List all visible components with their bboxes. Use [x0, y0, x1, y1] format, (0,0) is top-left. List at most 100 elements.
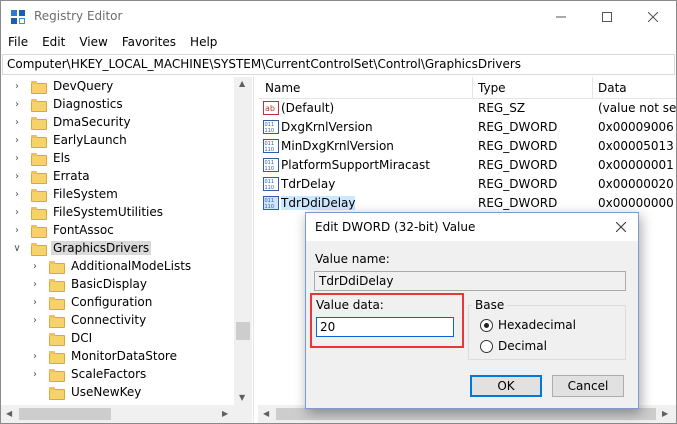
- svg-text:110: 110: [265, 128, 275, 134]
- tree-item-label: Errata: [53, 169, 90, 183]
- menu-view[interactable]: View: [72, 33, 114, 53]
- tree-item[interactable]: › FileSystem: [11, 185, 120, 203]
- value-data: 0x00000001 (1): [598, 158, 676, 172]
- tree-item[interactable]: › Connectivity: [29, 311, 148, 329]
- value-data-input[interactable]: [316, 317, 454, 337]
- list-row[interactable]: ab (Default) REG_SZ (value not set): [258, 99, 676, 118]
- tree-item[interactable]: › Configuration: [29, 293, 154, 311]
- chevron-right-icon[interactable]: ›: [29, 261, 41, 272]
- chevron-right-icon[interactable]: ›: [11, 99, 23, 110]
- tree-item[interactable]: › FontAssoc: [11, 221, 116, 239]
- column-header-data[interactable]: Data: [598, 81, 627, 95]
- scroll-left-icon[interactable]: ◀: [263, 409, 269, 418]
- value-data: 0x00000000 (0): [598, 196, 676, 210]
- value-name-field: TdrDdiDelay: [314, 271, 626, 291]
- tree-item[interactable]: › DmaSecurity: [11, 113, 133, 131]
- scroll-thumb[interactable]: [236, 322, 250, 340]
- hexadecimal-radio[interactable]: [480, 319, 493, 332]
- chevron-right-icon[interactable]: ›: [11, 153, 23, 164]
- scroll-up-icon[interactable]: ▲: [239, 79, 245, 88]
- chevron-right-icon[interactable]: ›: [29, 297, 41, 308]
- tree-item[interactable]: › AdditionalModeLists: [29, 257, 193, 275]
- chevron-right-icon[interactable]: ›: [11, 171, 23, 182]
- folder-icon: [49, 314, 65, 328]
- list-row[interactable]: 011 110 PlatformSupportMiracast REG_DWOR…: [258, 156, 676, 175]
- address-bar[interactable]: Computer\HKEY_LOCAL_MACHINE\SYSTEM\Curre…: [2, 54, 675, 75]
- tree-item[interactable]: › Els: [11, 149, 72, 167]
- menu-bar: File Edit View Favorites Help: [1, 33, 676, 53]
- ok-button[interactable]: OK: [470, 375, 542, 397]
- tree-item[interactable]: UseNewKey: [29, 383, 143, 401]
- dword-value-icon: 011 110: [263, 158, 279, 172]
- menu-favorites[interactable]: Favorites: [115, 33, 183, 53]
- list-row-selected[interactable]: 011 110 TdrDdiDelay REG_DWORD 0x00000000…: [258, 194, 676, 213]
- scroll-right-icon[interactable]: ▶: [662, 409, 668, 418]
- value-type: REG_SZ: [478, 101, 526, 115]
- folder-icon: [49, 260, 65, 274]
- chevron-right-icon[interactable]: ›: [11, 117, 23, 128]
- tree-item[interactable]: › DevQuery: [11, 77, 115, 95]
- tree-item[interactable]: › Diagnostics: [11, 95, 125, 113]
- decimal-radio[interactable]: [480, 340, 493, 353]
- minimize-button[interactable]: [538, 1, 584, 32]
- folder-icon: [49, 386, 65, 400]
- tree-item-label: GraphicsDrivers: [51, 241, 152, 255]
- list-row[interactable]: 011 110 MinDxgKrnlVersion REG_DWORD 0x00…: [258, 137, 676, 156]
- chevron-right-icon[interactable]: ›: [11, 207, 23, 218]
- list-row[interactable]: 011 110 TdrDelay REG_DWORD 0x00000020 (3…: [258, 175, 676, 194]
- chevron-right-icon[interactable]: ›: [29, 369, 41, 380]
- tree-horizontal-scrollbar[interactable]: ◀ ▶: [1, 405, 252, 423]
- column-header-name[interactable]: Name: [265, 81, 300, 95]
- dialog-close-button[interactable]: [604, 213, 638, 241]
- tree-item-selected[interactable]: ∨ GraphicsDrivers: [11, 239, 152, 257]
- tree-item[interactable]: › Errata: [11, 167, 92, 185]
- edit-dword-dialog: Edit DWORD (32-bit) Value Value name: Td…: [305, 212, 639, 409]
- list-row[interactable]: 011 110 DxgKrnlVersion REG_DWORD 0x00009…: [258, 118, 676, 137]
- scroll-left-icon[interactable]: ◀: [6, 409, 12, 418]
- tree-item[interactable]: › FileSystemUtilities: [11, 203, 165, 221]
- menu-edit[interactable]: Edit: [35, 33, 72, 53]
- pane-splitter[interactable]: [253, 77, 257, 423]
- menu-file[interactable]: File: [1, 33, 35, 53]
- title-bar: Registry Editor: [1, 1, 676, 33]
- folder-icon: [31, 224, 47, 238]
- value-type: REG_DWORD: [478, 158, 558, 172]
- chevron-right-icon[interactable]: ›: [11, 225, 23, 236]
- key-tree: › DevQuery › Diagnostics › DmaSecurity ›…: [1, 77, 252, 423]
- tree-item[interactable]: › ScaleFactors: [29, 365, 148, 383]
- scroll-thumb[interactable]: [19, 408, 111, 420]
- dialog-title: Edit DWORD (32-bit) Value: [315, 220, 476, 234]
- maximize-button[interactable]: [584, 1, 630, 32]
- tree-item[interactable]: › MonitorDataStore: [29, 347, 179, 365]
- folder-icon: [49, 350, 65, 364]
- decimal-label[interactable]: Decimal: [498, 339, 547, 353]
- scroll-thumb[interactable]: [276, 408, 656, 420]
- close-button[interactable]: [630, 1, 676, 32]
- chevron-right-icon[interactable]: ›: [29, 351, 41, 362]
- folder-icon: [49, 278, 65, 292]
- chevron-down-icon[interactable]: ∨: [11, 243, 23, 254]
- scroll-right-icon[interactable]: ▶: [222, 409, 228, 418]
- tree-item[interactable]: › EarlyLaunch: [11, 131, 129, 149]
- folder-icon: [31, 152, 47, 166]
- chevron-right-icon[interactable]: ›: [11, 189, 23, 200]
- tree-vertical-scrollbar[interactable]: ▲ ▼: [234, 77, 252, 405]
- chevron-right-icon[interactable]: ›: [29, 315, 41, 326]
- tree-item[interactable]: DCI: [29, 329, 94, 347]
- hexadecimal-label[interactable]: Hexadecimal: [498, 318, 576, 332]
- tree-item-label: FileSystemUtilities: [53, 205, 163, 219]
- chevron-right-icon[interactable]: ›: [11, 81, 23, 92]
- registry-editor-icon: [11, 10, 25, 24]
- tree-item[interactable]: › BasicDisplay: [29, 275, 149, 293]
- menu-help[interactable]: Help: [183, 33, 224, 53]
- chevron-right-icon[interactable]: ›: [11, 135, 23, 146]
- chevron-right-icon[interactable]: ›: [29, 279, 41, 290]
- value-name: DxgKrnlVersion: [281, 120, 373, 134]
- column-header-type[interactable]: Type: [478, 81, 506, 95]
- scroll-down-icon[interactable]: ▼: [239, 393, 245, 402]
- value-name: TdrDelay: [281, 177, 336, 191]
- value-data: (value not set): [598, 101, 676, 115]
- maximize-icon: [602, 11, 612, 22]
- value-data: 0x00009006 (36870): [598, 120, 676, 134]
- cancel-button[interactable]: Cancel: [552, 375, 624, 397]
